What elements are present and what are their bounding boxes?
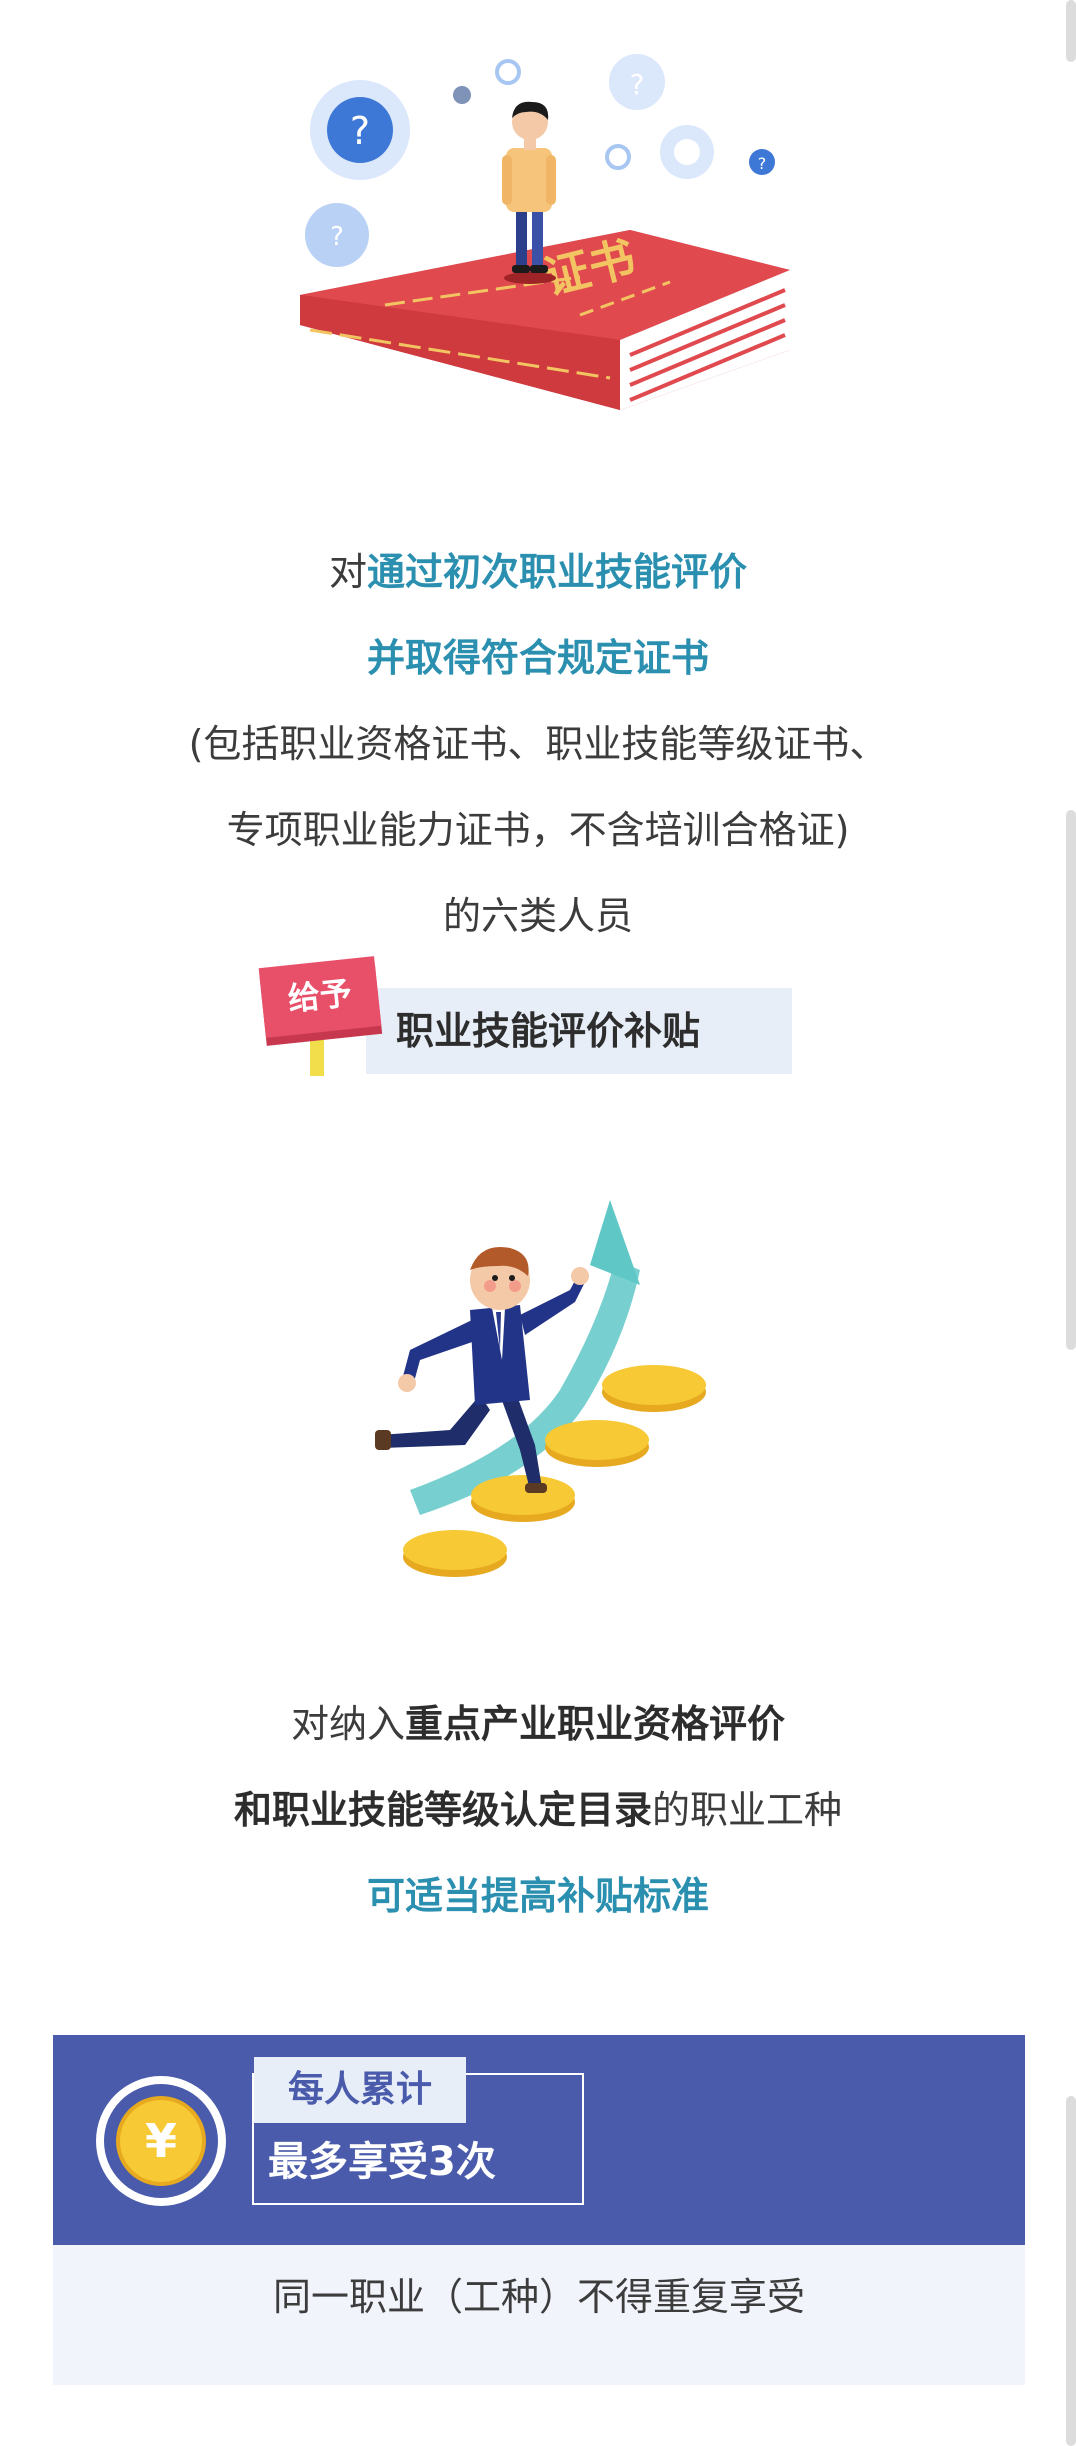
limit-note-box: 同一职业（工种）不得重复享受 <box>53 2245 1025 2385</box>
limit-main-text: 最多享受3次 <box>268 2139 496 2185</box>
svg-text:?: ? <box>330 222 344 252</box>
give-sign-label: 给予 <box>286 973 354 1019</box>
yuan-coin-icon: ¥ <box>144 2114 177 2168</box>
section2-line2-bold: 和职业技能等级认定目录 <box>233 1788 652 1832</box>
section2-line1: 对纳入重点产业职业资格评价 <box>0 1692 1076 1756</box>
give-sign: 给予 <box>258 956 382 1038</box>
section1-line1-plain: 对 <box>328 550 367 594</box>
scrollbar-top[interactable] <box>1066 0 1076 62</box>
limit-tag-label: 每人累计 <box>287 2069 432 2110</box>
svg-text:?: ? <box>630 68 645 101</box>
section1-line4: 专项职业能力证书，不含培训合格证) <box>226 808 850 852</box>
svg-text:?: ? <box>758 154 767 173</box>
section2-line2: 和职业技能等级认定目录的职业工种 <box>0 1778 1076 1842</box>
businessman-coins-illustration <box>375 1200 706 1577</box>
coin-badge: ¥ <box>96 2076 226 2206</box>
section2-line1-bold: 重点产业职业资格评价 <box>405 1702 786 1746</box>
section2-line3: 可适当提高补贴标准 <box>366 1874 709 1918</box>
limit-note-text: 同一职业（工种）不得重复享受 <box>272 2275 805 2319</box>
limit-tag: 每人累计 <box>254 2057 466 2123</box>
section1-line1: 对通过初次职业技能评价 <box>0 540 1076 604</box>
section1-line2: 并取得符合规定证书 <box>366 636 709 680</box>
scrollbar-bottom[interactable] <box>1066 2096 1076 2446</box>
section2-line2-plain: 的职业工种 <box>652 1788 843 1832</box>
svg-text:?: ? <box>350 109 370 153</box>
sign-post <box>310 1030 324 1076</box>
section1-line1-highlight: 通过初次职业技能评价 <box>367 550 748 594</box>
subsidy-banner: 职业技能评价补贴 <box>366 988 792 1074</box>
section1-line5: 的六类人员 <box>442 894 633 938</box>
section2-line1-plain: 对纳入 <box>290 1702 405 1746</box>
subsidy-banner-text: 职业技能评价补贴 <box>396 1009 701 1053</box>
certificate-book-illustration: ? ? ? ? 证书 <box>300 54 790 410</box>
section1-line3: (包括职业资格证书、职业技能等级证书、 <box>188 722 888 766</box>
